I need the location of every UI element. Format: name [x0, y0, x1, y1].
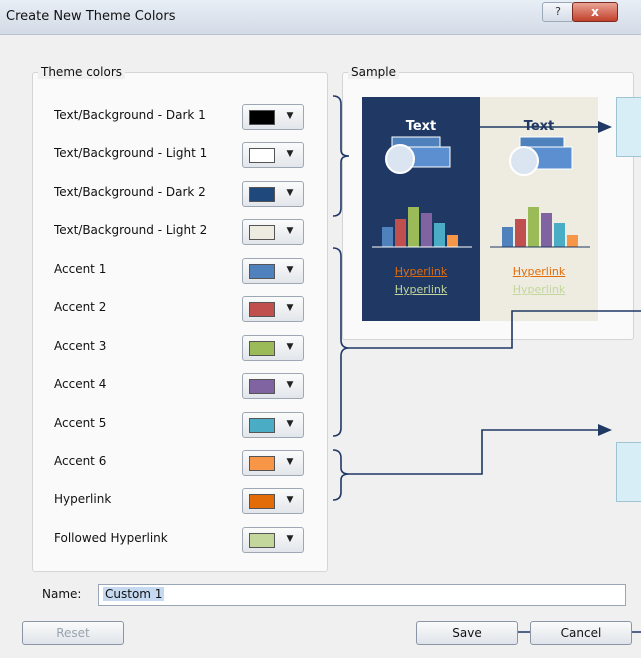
name-label: Name:: [42, 587, 82, 601]
arrowhead-text: [598, 121, 612, 133]
name-input[interactable]: Custom 1: [98, 584, 626, 606]
bracket-text-background: [332, 95, 350, 217]
callout-box-top: [616, 97, 641, 157]
annotation-overlay: [332, 95, 641, 633]
arrow-line-hyperlink-sample: [349, 310, 641, 349]
bracket-hyperlinks: [332, 449, 350, 501]
reset-button[interactable]: Reset: [22, 621, 124, 645]
arrowhead-hyperlinks: [598, 424, 612, 436]
bracket-accents: [332, 247, 350, 437]
name-input-value: Custom 1: [103, 587, 165, 601]
arrow-line-hyperlinks: [349, 429, 600, 475]
cancel-button[interactable]: Cancel: [530, 621, 632, 645]
callout-box-bottom: [616, 442, 641, 502]
save-button[interactable]: Save: [416, 621, 518, 645]
